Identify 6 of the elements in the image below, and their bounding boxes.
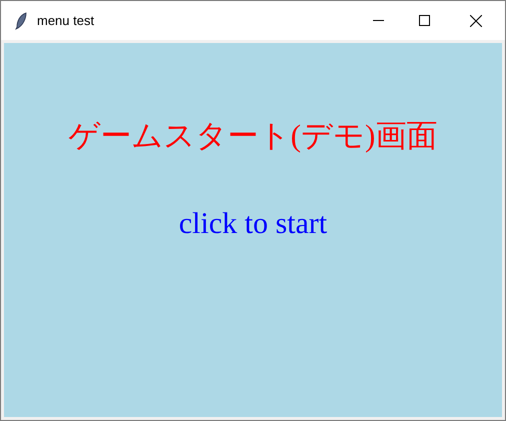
heading: ゲームスタート(デモ)画面 <box>68 117 438 155</box>
start-prompt[interactable]: click to start <box>178 207 328 241</box>
feather-icon <box>15 12 27 30</box>
close-icon <box>470 14 482 26</box>
maximize-icon <box>418 15 430 26</box>
window-title: menu test <box>37 13 96 28</box>
